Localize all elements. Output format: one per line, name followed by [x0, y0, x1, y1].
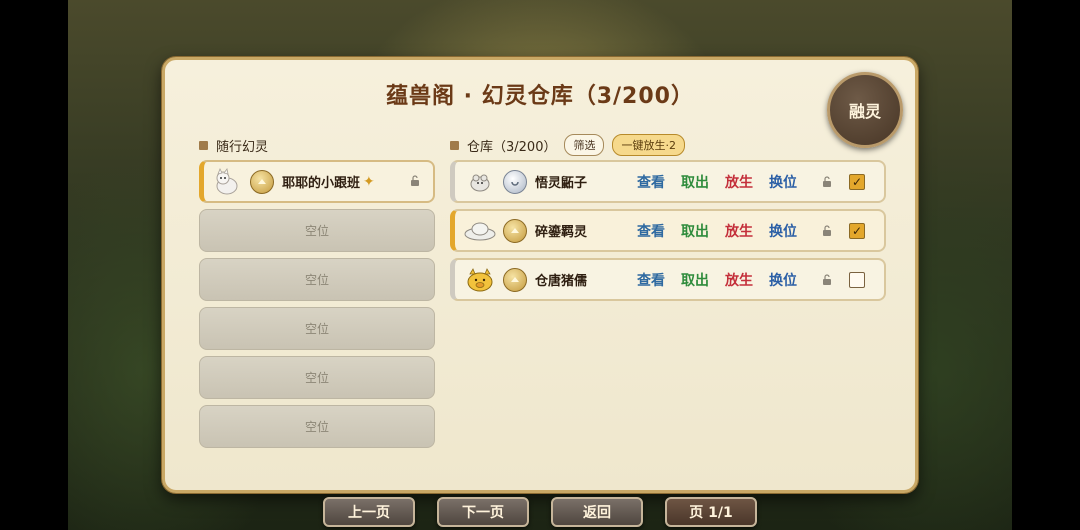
back-button[interactable]: 返回	[551, 497, 643, 527]
lock-icon[interactable]	[821, 175, 833, 188]
golden-pig-icon	[463, 265, 497, 295]
cloud-spirit-icon	[463, 216, 497, 246]
swap-button[interactable]: 换位	[769, 221, 797, 241]
select-checkbox[interactable]	[849, 271, 865, 288]
lock-icon[interactable]	[409, 175, 421, 187]
release-button[interactable]: 放生	[725, 221, 753, 241]
lock-icon[interactable]	[821, 273, 833, 286]
storage-row[interactable]: 碎鎏羁灵 查看 取出 放生 换位	[450, 209, 886, 252]
swap-button[interactable]: 换位	[769, 172, 797, 192]
release-button[interactable]: 放生	[725, 172, 753, 192]
pet-name: 耶耶的小跟班	[282, 176, 361, 191]
follow-list: 耶耶的小跟班 ✦ 空位 空位 空位 空位 空位	[199, 160, 435, 454]
follow-heading: 随行幻灵	[199, 136, 268, 155]
storage-heading: 仓库（3/200） 筛选 一键放生·2	[450, 134, 685, 156]
silver-rank-icon	[503, 169, 527, 194]
select-checkbox[interactable]	[849, 222, 865, 239]
section-marker-icon	[199, 141, 208, 150]
storage-row[interactable]: 仓唐猪儒 查看 取出 放生 换位	[450, 258, 886, 301]
follow-heading-label: 随行幻灵	[216, 140, 269, 155]
empty-slot[interactable]: 空位	[199, 356, 435, 399]
pet-name: 仓唐猪儒	[535, 274, 588, 289]
empty-slot[interactable]: 空位	[199, 209, 435, 252]
swap-button[interactable]: 换位	[769, 270, 797, 290]
take-out-button[interactable]: 取出	[681, 270, 709, 290]
storage-row[interactable]: 悟灵鼫子 查看 取出 放生 换位	[450, 160, 886, 203]
take-out-button[interactable]: 取出	[681, 172, 709, 192]
select-checkbox[interactable]	[849, 173, 865, 190]
page-title: 蕴兽阁 · 幻灵仓库（3/200）	[386, 84, 694, 109]
lock-icon[interactable]	[821, 224, 833, 237]
storage-heading-label: 仓库（3/200）	[467, 139, 557, 155]
release-button[interactable]: 放生	[725, 270, 753, 290]
gold-rank-icon	[503, 218, 527, 243]
prev-page-button[interactable]: 上一页	[323, 497, 415, 527]
page-indicator: 页 1/1	[665, 497, 757, 527]
section-marker-icon	[450, 140, 459, 150]
take-out-button[interactable]: 取出	[681, 221, 709, 241]
view-button[interactable]: 查看	[637, 221, 665, 241]
next-page-button[interactable]: 下一页	[437, 497, 529, 527]
view-button[interactable]: 查看	[637, 172, 665, 192]
white-cat-icon	[210, 167, 244, 197]
empty-slot[interactable]: 空位	[199, 258, 435, 301]
pet-name: 碎鎏羁灵	[535, 225, 588, 240]
follow-slot-active[interactable]: 耶耶的小跟班 ✦	[199, 160, 435, 203]
gold-rank-icon	[250, 169, 274, 194]
empty-slot[interactable]: 空位	[199, 405, 435, 448]
gold-rank-icon	[503, 267, 527, 292]
empty-slot[interactable]: 空位	[199, 307, 435, 350]
sparkle-icon: ✦	[363, 173, 375, 190]
view-button[interactable]: 查看	[637, 270, 665, 290]
filter-button[interactable]: 筛选	[564, 134, 605, 156]
warehouse-panel: 蕴兽阁 · 幻灵仓库（3/200） 融灵 随行幻灵 耶耶的小跟班 ✦ 空位 空位…	[162, 57, 918, 493]
release-all-button[interactable]: 一键放生·2	[612, 134, 685, 156]
rodent-icon	[463, 167, 497, 197]
pet-name: 悟灵鼫子	[535, 176, 588, 191]
storage-list: 悟灵鼫子 查看 取出 放生 换位 碎鎏羁灵 查看 取出	[450, 160, 886, 307]
fuse-button[interactable]: 融灵	[827, 72, 903, 148]
